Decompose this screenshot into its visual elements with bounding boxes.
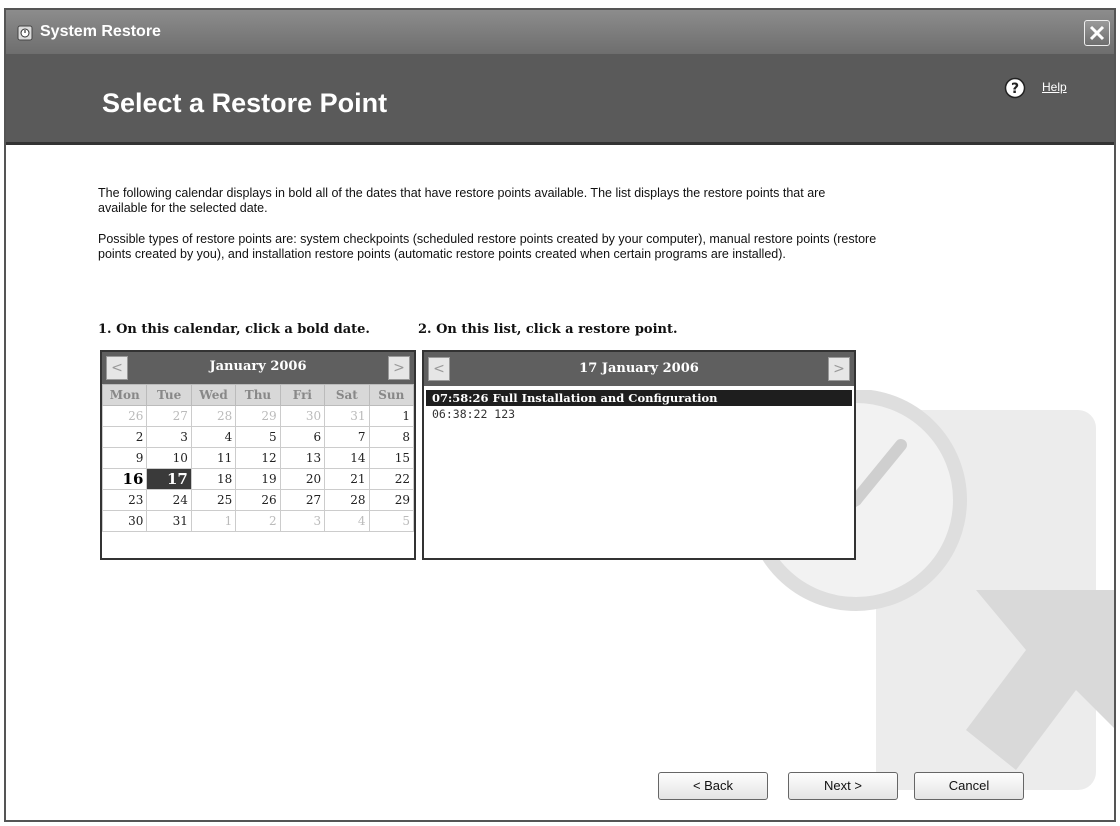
calendar-header: < January 2006 > bbox=[102, 352, 414, 384]
calendar-day-cell[interactable]: 29 bbox=[235, 405, 281, 427]
calendar-day-cell[interactable]: 24 bbox=[146, 489, 192, 511]
close-icon bbox=[1089, 25, 1105, 41]
calendar-day-cell[interactable]: 23 bbox=[101, 489, 148, 511]
calendar-day-cell[interactable]: 12 bbox=[235, 447, 281, 469]
calendar-week-row: 30 31 1 2 3 4 5 bbox=[101, 510, 415, 532]
system-restore-window: System Restore Select a Restore Point ? … bbox=[4, 8, 1116, 822]
calendar-week-row: 2345678 bbox=[101, 426, 415, 448]
calendar-weeks: 26 27 28 29 30 31 1 2 3 4 5 6 7 8 9 10 11 12 13 14 15 16 17 18 1… bbox=[101, 405, 415, 532]
calendar-day-cell[interactable]: 16 bbox=[101, 468, 148, 490]
calendar-day-cell[interactable]: 5 bbox=[235, 426, 281, 448]
calendar-month-title: January 2006 bbox=[209, 359, 307, 374]
calendar-day-cell[interactable]: 21 bbox=[324, 468, 370, 490]
weekday-header: Sat bbox=[324, 384, 370, 406]
calendar-day-cell[interactable]: 20 bbox=[279, 468, 326, 490]
cancel-button[interactable]: Cancel bbox=[914, 772, 1024, 800]
calendar-day-cell[interactable]: 25 bbox=[190, 489, 237, 511]
calendar-week-row: 9 10 11 12 13 14 15 bbox=[101, 447, 415, 469]
calendar-week-row: 16 17 18 19 20 21 22 bbox=[101, 468, 415, 490]
back-button[interactable]: < Back bbox=[658, 772, 768, 800]
calendar-day-cell[interactable]: 11 bbox=[190, 447, 237, 469]
calendar-day-cell[interactable]: 17 bbox=[146, 468, 192, 490]
intro-paragraph-1: The following calendar displays in bold … bbox=[98, 186, 826, 215]
close-button[interactable] bbox=[1084, 20, 1110, 46]
calendar-day-cell[interactable]: 18 bbox=[190, 468, 237, 490]
calendar-day-cell[interactable]: 26 bbox=[101, 405, 148, 427]
weekday-header: Wed bbox=[190, 384, 237, 406]
intro-text: The following calendar displays in bold … bbox=[98, 186, 878, 278]
calendar-day-cell[interactable]: 27 bbox=[279, 489, 326, 511]
calendar-day-cell[interactable]: 19 bbox=[235, 468, 281, 490]
calendar-day-cell[interactable]: 31 bbox=[324, 405, 370, 427]
title-bar[interactable]: System Restore bbox=[6, 10, 1114, 55]
calendar-step-label: 1. On this calendar, click a bold date. bbox=[98, 322, 370, 337]
calendar-week-row: 23 24 25 26 27 28 29 bbox=[101, 489, 415, 511]
calendar-day-cell[interactable]: 8 bbox=[368, 426, 415, 448]
calendar-day-cell[interactable]: 3 bbox=[146, 426, 192, 448]
svg-text:?: ? bbox=[1011, 81, 1019, 97]
weekday-header: Mon bbox=[101, 384, 148, 406]
calendar-grid: Mon Tue Wed Thu Fri Sat Sun 26 27 28 29 30 31 1 2 3 4 5 6… bbox=[101, 384, 415, 532]
header-band: Select a Restore Point ? Help bbox=[6, 54, 1114, 145]
weekday-header: Thu bbox=[235, 384, 281, 406]
calendar-day-cell[interactable]: 7 bbox=[324, 426, 370, 448]
calendar-day-cell[interactable]: 27 bbox=[146, 405, 192, 427]
restore-list-items: 07:58:26 Full Installation and Configura… bbox=[426, 390, 852, 422]
restore-point-list[interactable]: < 17 January 2006 > 07:58:26 Full Instal… bbox=[422, 350, 856, 560]
help-link[interactable]: Help bbox=[1042, 80, 1067, 94]
weekday-header: Fri bbox=[279, 384, 326, 406]
restore-point-item[interactable]: 07:58:26 Full Installation and Configura… bbox=[426, 390, 852, 406]
calendar-day-cell[interactable]: 26 bbox=[235, 489, 281, 511]
calendar-day-cell[interactable]: 14 bbox=[324, 447, 370, 469]
calendar-day-cell[interactable]: 2 bbox=[101, 426, 148, 448]
weekday-header: Tue bbox=[146, 384, 192, 406]
calendar-day-cell[interactable]: 5 bbox=[368, 510, 415, 532]
calendar-day-cell[interactable]: 15 bbox=[368, 447, 415, 469]
calendar-day-cell[interactable]: 2 bbox=[235, 510, 281, 532]
list-step-label: 2. On this list, click a restore point. bbox=[418, 322, 678, 337]
calendar-day-cell[interactable]: 4 bbox=[190, 426, 237, 448]
weekday-header-row: Mon Tue Wed Thu Fri Sat Sun bbox=[101, 384, 415, 406]
weekday-header: Sun bbox=[368, 384, 415, 406]
calendar-day-cell[interactable]: 6 bbox=[279, 426, 326, 448]
restore-list-date-title: 17 January 2006 bbox=[579, 361, 699, 376]
calendar-day-cell[interactable]: 28 bbox=[324, 489, 370, 511]
calendar-day-cell[interactable]: 9 bbox=[101, 447, 148, 469]
restore-list-next-date-button[interactable]: > bbox=[828, 357, 850, 381]
calendar-day-cell[interactable]: 28 bbox=[190, 405, 237, 427]
window-title: System Restore bbox=[40, 23, 161, 40]
calendar-day-cell[interactable]: 22 bbox=[368, 468, 415, 490]
page-title: Select a Restore Point bbox=[102, 88, 388, 118]
calendar-day-cell[interactable]: 1 bbox=[368, 405, 415, 427]
intro-paragraph-2: Possible types of restore points are: sy… bbox=[98, 232, 877, 261]
calendar-day-cell[interactable]: 4 bbox=[324, 510, 370, 532]
calendar-day-cell[interactable]: 1 bbox=[190, 510, 237, 532]
restore-point-item[interactable]: 06:38:22 123 bbox=[426, 406, 852, 422]
calendar-day-cell[interactable]: 10 bbox=[146, 447, 192, 469]
next-button[interactable]: Next > bbox=[788, 772, 898, 800]
restore-calendar[interactable]: < January 2006 > Mon Tue Wed Thu Fri Sat Sun 2… bbox=[100, 350, 416, 560]
calendar-week-row: 26 27 28 29 30 31 1 bbox=[101, 405, 415, 427]
calendar-day-cell[interactable]: 13 bbox=[279, 447, 326, 469]
system-restore-icon bbox=[17, 25, 33, 41]
help-icon[interactable]: ? bbox=[1004, 77, 1026, 99]
calendar-day-cell[interactable]: 31 bbox=[146, 510, 192, 532]
calendar-day-cell[interactable]: 30 bbox=[279, 405, 326, 427]
calendar-day-cell[interactable]: 29 bbox=[368, 489, 415, 511]
calendar-day-cell[interactable]: 3 bbox=[279, 510, 326, 532]
calendar-day-cell[interactable]: 30 bbox=[101, 510, 148, 532]
restore-list-header: < 17 January 2006 > bbox=[424, 352, 854, 386]
calendar-next-month-button[interactable]: > bbox=[388, 356, 410, 380]
